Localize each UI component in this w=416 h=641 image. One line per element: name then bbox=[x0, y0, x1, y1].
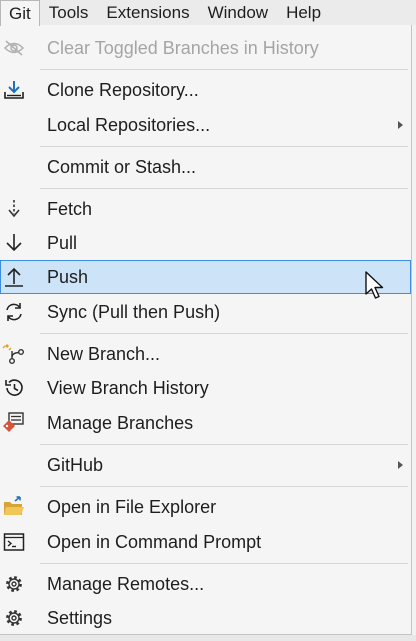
menu-item-label: Clear Toggled Branches in History bbox=[47, 38, 319, 58]
menu-item-label: Manage Remotes... bbox=[47, 574, 205, 594]
hidden-eye-icon bbox=[2, 36, 26, 60]
menu-item-label: Pull bbox=[47, 233, 78, 253]
menu-separator bbox=[40, 486, 408, 487]
menu-git[interactable]: Git bbox=[0, 0, 40, 26]
chevron-right-icon bbox=[398, 461, 403, 469]
menu-separator bbox=[40, 69, 408, 70]
chevron-right-icon bbox=[398, 121, 403, 129]
menu-window[interactable]: Window bbox=[199, 0, 277, 25]
menu-item-github[interactable]: GitHub bbox=[0, 448, 411, 482]
menu-item-label: View Branch History bbox=[47, 378, 209, 398]
menu-item-push[interactable]: Push bbox=[0, 260, 411, 294]
menu-separator bbox=[40, 146, 408, 147]
menu-item-label: Push bbox=[47, 267, 89, 287]
menu-item-label: Commit or Stash... bbox=[47, 157, 197, 177]
menu-item-label: Local Repositories... bbox=[47, 115, 211, 135]
menu-item-open-in-file-explorer[interactable]: Open in File Explorer bbox=[0, 490, 411, 524]
menu-item-view-branch-history[interactable]: View Branch History bbox=[0, 371, 411, 405]
menu-item-label: Fetch bbox=[47, 199, 93, 219]
menu-item-label: Open in Command Prompt bbox=[47, 532, 262, 552]
menu-tools[interactable]: Tools bbox=[40, 0, 98, 25]
menu-help[interactable]: Help bbox=[277, 0, 330, 25]
menu-separator bbox=[40, 333, 408, 334]
menu-item-label: Clone Repository... bbox=[47, 80, 199, 100]
pull-arrow-down-icon bbox=[2, 231, 26, 255]
git-dropdown-menu: Clear Toggled Branches in History Clone … bbox=[0, 25, 412, 635]
menu-item-local-repositories[interactable]: Local Repositories... bbox=[0, 108, 411, 142]
menu-item-manage-remotes[interactable]: Manage Remotes... bbox=[0, 567, 411, 601]
manage-branches-icon bbox=[2, 411, 26, 435]
menu-item-open-in-command-prompt[interactable]: Open in Command Prompt bbox=[0, 525, 411, 559]
menu-bar: Git Tools Extensions Window Help bbox=[0, 0, 416, 26]
menu-item-clone-repository[interactable]: Clone Repository... bbox=[0, 73, 411, 107]
push-arrow-up-icon bbox=[2, 265, 26, 289]
menu-item-label: Open in File Explorer bbox=[47, 497, 217, 517]
command-prompt-icon bbox=[2, 530, 26, 554]
menu-item-label: Manage Branches bbox=[47, 413, 194, 433]
menu-item-label: Sync (Pull then Push) bbox=[47, 302, 221, 322]
mouse-cursor-icon bbox=[364, 270, 388, 304]
menu-separator bbox=[40, 188, 408, 189]
background-strip bbox=[0, 635, 416, 641]
sync-icon bbox=[2, 300, 26, 324]
history-icon bbox=[2, 376, 26, 400]
menu-item-clear-toggled-branches: Clear Toggled Branches in History bbox=[0, 31, 411, 65]
menu-item-settings[interactable]: Settings bbox=[0, 601, 411, 635]
menu-item-pull[interactable]: Pull bbox=[0, 226, 411, 260]
menu-item-label: New Branch... bbox=[47, 344, 161, 364]
fetch-icon bbox=[2, 197, 26, 221]
menu-item-label: Settings bbox=[47, 608, 113, 628]
folder-open-icon bbox=[2, 495, 26, 519]
menu-item-manage-branches[interactable]: Manage Branches bbox=[0, 406, 411, 440]
menu-item-label: GitHub bbox=[47, 455, 104, 475]
menu-item-commit-or-stash[interactable]: Commit or Stash... bbox=[0, 150, 411, 184]
menu-item-sync[interactable]: Sync (Pull then Push) bbox=[0, 295, 411, 329]
menu-separator bbox=[40, 563, 408, 564]
gear-icon bbox=[2, 572, 26, 596]
clone-download-icon bbox=[2, 78, 26, 102]
menu-separator bbox=[40, 444, 408, 445]
menu-item-new-branch[interactable]: New Branch... bbox=[0, 337, 411, 371]
menu-extensions[interactable]: Extensions bbox=[97, 0, 198, 25]
menu-item-fetch[interactable]: Fetch bbox=[0, 192, 411, 226]
new-branch-icon bbox=[2, 342, 26, 366]
gear-icon bbox=[2, 606, 26, 630]
